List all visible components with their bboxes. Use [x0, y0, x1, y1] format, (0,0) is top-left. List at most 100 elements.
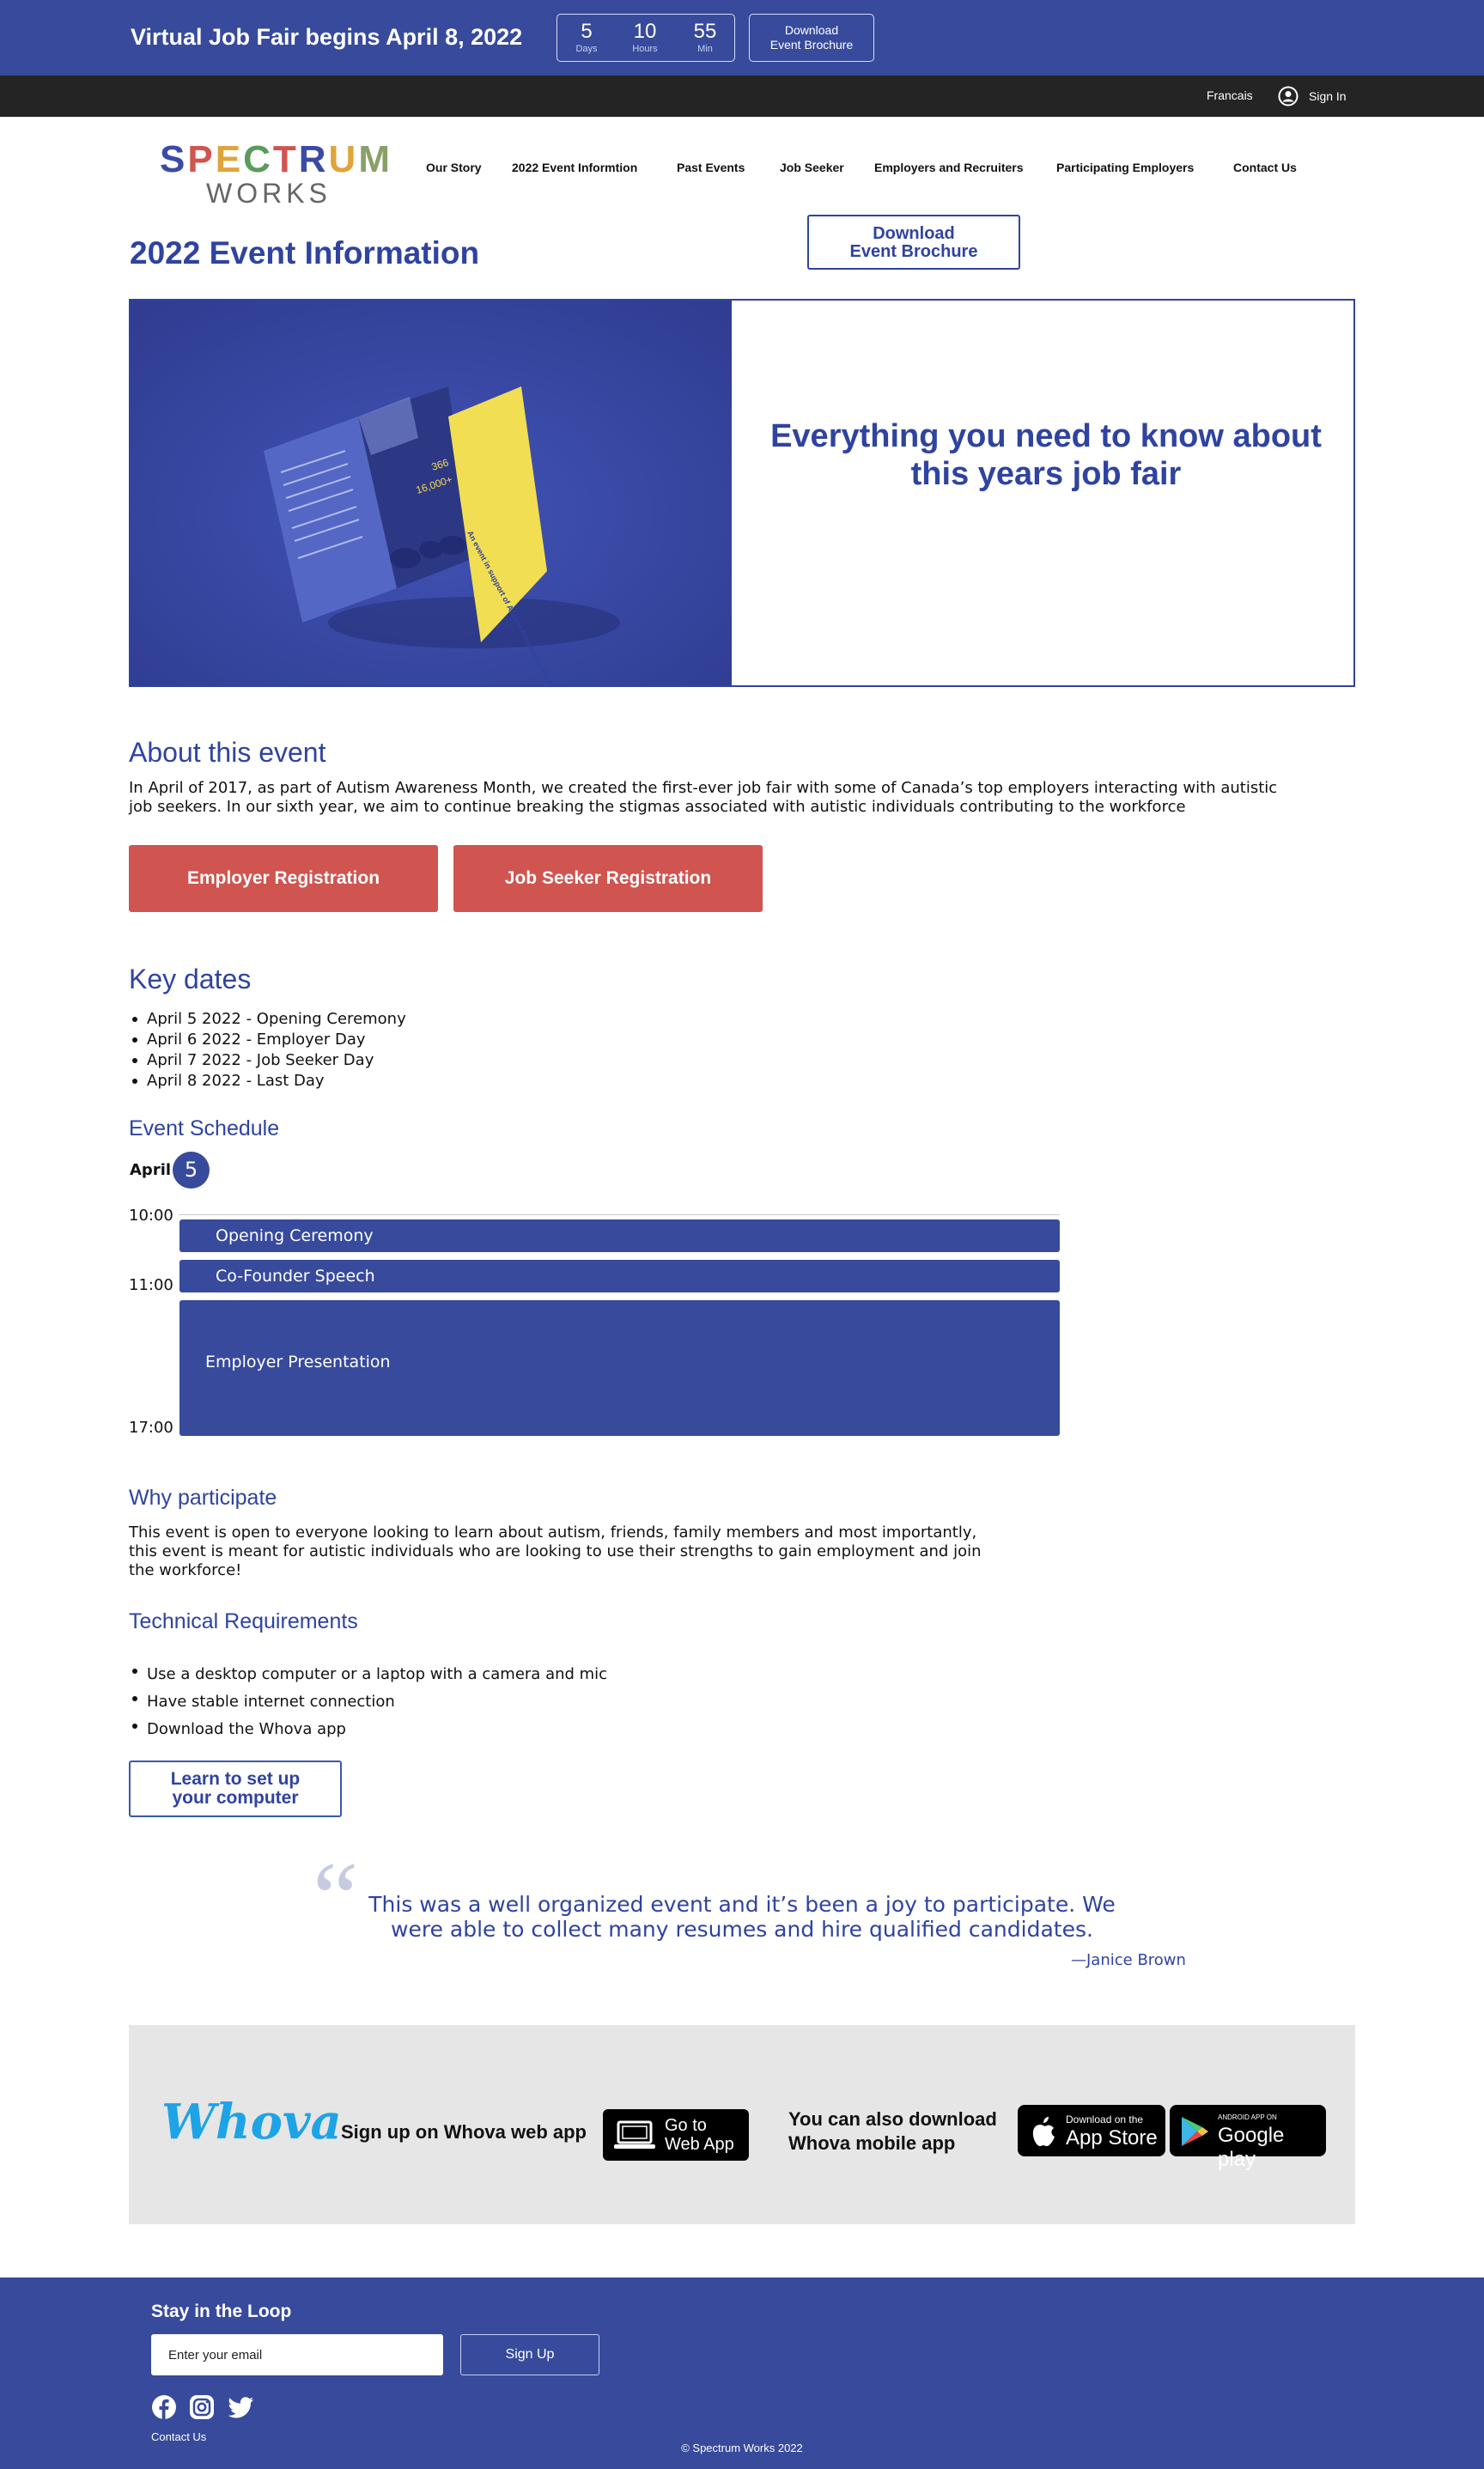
- logo-spectrum-text: SPECTRUM: [160, 138, 390, 180]
- key-date-item: April 6 2022 - Employer Day: [129, 1030, 406, 1050]
- requirement-item: Use a desktop computer or a laptop with …: [129, 1661, 607, 1688]
- user-icon: [1278, 86, 1298, 106]
- logo-letter: T: [272, 138, 299, 180]
- brochure-illustration: 1200 366 16,000+ An event in support of …: [131, 301, 732, 685]
- why-participate-heading: Why participate: [129, 1486, 277, 1510]
- google-play-icon: [1182, 2117, 1208, 2146]
- web-app-line1: Go to: [665, 2116, 707, 2135]
- footer-signup-button[interactable]: Sign Up: [460, 2334, 599, 2375]
- go-to-web-app-button[interactable]: Go to Web App: [603, 2109, 749, 2161]
- top-banner: Virtual Job Fair begins April 8, 2022 5 …: [0, 0, 1484, 76]
- countdown-days-label: Days: [575, 44, 598, 54]
- download-brochure-button[interactable]: Download Event Brochure: [807, 215, 1020, 270]
- google-play-button[interactable]: ANDROID APP ON Google play: [1170, 2105, 1326, 2171]
- nav-contact-us[interactable]: Contact Us: [1233, 161, 1297, 174]
- logo-letter: R: [298, 138, 329, 180]
- technical-requirements-list: Use a desktop computer or a laptop with …: [129, 1661, 607, 1743]
- logo-letter: M: [358, 138, 392, 180]
- key-date-item: April 7 2022 - Job Seeker Day: [129, 1050, 406, 1071]
- logo-letter: P: [187, 138, 216, 180]
- nav-our-story[interactable]: Our Story: [426, 161, 482, 174]
- about-body: In April of 2017, as part of Autism Awar…: [129, 779, 1278, 816]
- nav-event-information[interactable]: 2022 Event Informtion: [512, 161, 637, 174]
- app-store-small-text: Download on the: [1066, 2113, 1144, 2125]
- countdown-days: 5 Days: [561, 20, 612, 54]
- footer-copyright: © Spectrum Works 2022: [681, 2442, 803, 2454]
- download-brochure-button-line2: Event Brochure: [849, 242, 978, 261]
- testimonial-author: —Janice Brown: [1071, 1951, 1186, 1969]
- whova-panel: Whova Sign up on Whova web app Go to Web…: [129, 2025, 1355, 2224]
- hero-headline: Everything you need to know about this y…: [770, 418, 1322, 492]
- logo-letter: E: [215, 138, 244, 180]
- schedule-time: 11:00: [129, 1276, 173, 1294]
- countdown-minutes-value: 55: [693, 20, 717, 43]
- footer-title: Stay in the Loop: [151, 2302, 292, 2321]
- google-play-big-text: Google play: [1218, 2124, 1285, 2171]
- language-toggle[interactable]: Francais: [1207, 88, 1253, 102]
- logo-works-text: WORKS: [206, 178, 331, 209]
- schedule-gridline: [179, 1214, 1060, 1215]
- learn-setup-line2: your computer: [172, 1788, 299, 1808]
- schedule-time: 10:00: [129, 1207, 173, 1225]
- schedule-time: 17:00: [129, 1419, 173, 1437]
- download-brochure-button-line1: Download: [873, 224, 955, 243]
- app-store-button[interactable]: Download on the App Store: [1018, 2105, 1165, 2156]
- countdown-timer: 5 Days 10 Hours 55 Min: [556, 14, 735, 62]
- event-schedule-heading: Event Schedule: [129, 1116, 280, 1140]
- nav-job-seeker[interactable]: Job Seeker: [780, 161, 844, 174]
- logo-letter: S: [160, 138, 188, 180]
- countdown-minutes: 55 Min: [679, 20, 731, 54]
- learn-setup-button[interactable]: Learn to set up your computer: [129, 1761, 342, 1817]
- footer: Stay in the Loop Sign Up Contact Us © Sp…: [0, 2277, 1484, 2469]
- countdown-hours: 10 Hours: [619, 20, 671, 54]
- why-participate-body: This event is open to everyone looking t…: [129, 1523, 982, 1579]
- learn-setup-line1: Learn to set up: [170, 1769, 301, 1789]
- whova-signup-text: Sign up on Whova web app: [341, 2121, 587, 2143]
- web-app-line2: Web App: [665, 2135, 734, 2154]
- download-brochure-line2: Event Brochure: [769, 38, 854, 52]
- spectrum-works-logo[interactable]: SPECTRUM WORKS: [160, 138, 390, 210]
- job-seeker-registration-button[interactable]: Job Seeker Registration: [453, 845, 763, 912]
- sign-in-link[interactable]: Sign In: [1278, 84, 1347, 108]
- hero-panel: 1200 366 16,000+ An event in support of …: [129, 299, 1355, 687]
- download-brochure-line1: Download: [784, 23, 839, 37]
- nav-employers-recruiters[interactable]: Employers and Recruiters: [874, 161, 1024, 174]
- schedule-event-employer-presentation[interactable]: Employer Presentation: [179, 1300, 1060, 1436]
- utility-bar: Francais Sign In: [0, 76, 1484, 117]
- facebook-icon[interactable]: [151, 2394, 177, 2420]
- about-heading: About this event: [129, 737, 326, 768]
- nav-past-events[interactable]: Past Events: [677, 161, 745, 174]
- google-play-small-text: ANDROID APP ON: [1218, 2113, 1277, 2121]
- schedule-event-opening-ceremony[interactable]: Opening Ceremony: [179, 1219, 1060, 1252]
- countdown-hours-value: 10: [633, 20, 657, 43]
- countdown-days-value: 5: [581, 20, 593, 43]
- instagram-icon[interactable]: [189, 2394, 215, 2420]
- logo-letter: C: [243, 138, 273, 180]
- sign-in-label: Sign In: [1309, 89, 1347, 103]
- schedule-day-badge[interactable]: 5: [173, 1152, 210, 1189]
- download-brochure-button-top[interactable]: Download Event Brochure: [749, 14, 874, 62]
- countdown-hours-label: Hours: [632, 44, 658, 54]
- countdown-minutes-label: Min: [697, 44, 713, 54]
- requirement-item: Have stable internet connection: [129, 1688, 607, 1716]
- key-dates-list: April 5 2022 - Opening Ceremony April 6 …: [129, 1009, 406, 1092]
- app-store-big-text: App Store: [1066, 2126, 1158, 2150]
- key-date-item: April 5 2022 - Opening Ceremony: [129, 1009, 406, 1030]
- page-title: 2022 Event Information: [130, 235, 480, 271]
- key-date-item: April 8 2022 - Last Day: [129, 1071, 406, 1092]
- laptop-icon: [614, 2120, 655, 2149]
- schedule-month: April: [130, 1161, 172, 1179]
- technical-requirements-heading: Technical Requirements: [129, 1609, 358, 1633]
- schedule-event-cofounder-speech[interactable]: Co-Founder Speech: [179, 1260, 1060, 1292]
- whova-logo: Whova: [161, 2094, 342, 2150]
- whova-mobile-text: You can also download Whova mobile app: [788, 2108, 997, 2154]
- logo-letter: U: [328, 138, 359, 180]
- email-input[interactable]: [151, 2334, 443, 2375]
- employer-registration-button[interactable]: Employer Registration: [129, 845, 438, 912]
- requirement-item: Download the Whova app: [129, 1716, 607, 1743]
- key-dates-heading: Key dates: [129, 964, 252, 994]
- brochure-image: 1200 366 16,000+ An event in support of …: [131, 301, 732, 685]
- nav-participating-employers[interactable]: Participating Employers: [1056, 161, 1194, 174]
- testimonial-quote: This was a well organized event and it’s…: [368, 1892, 1116, 1942]
- twitter-icon[interactable]: [227, 2394, 254, 2420]
